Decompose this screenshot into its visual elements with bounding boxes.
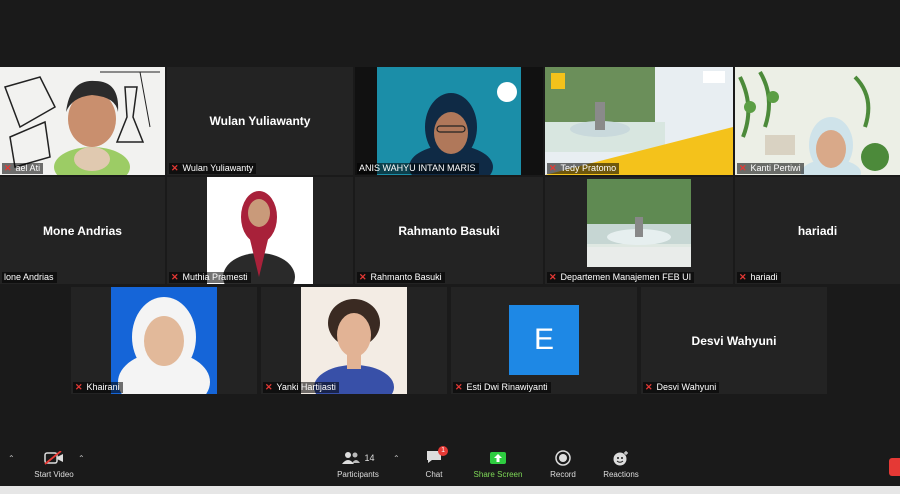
participant-name-tag: lone Andrias bbox=[2, 272, 57, 283]
video-tile-yanki[interactable]: ✕ Yanki Hartijasti bbox=[261, 287, 447, 394]
video-options-caret[interactable]: ⌃ bbox=[78, 454, 85, 463]
reactions-button[interactable]: Reactions bbox=[591, 448, 651, 479]
muted-mic-icon: ✕ bbox=[549, 272, 557, 282]
participant-video bbox=[111, 287, 217, 394]
participant-name-center: Desvi Wahyuni bbox=[691, 333, 777, 348]
participant-name-center: Mone Andrias bbox=[43, 223, 122, 238]
participant-video bbox=[355, 67, 543, 175]
participant-name-tag: ✕ Esti Dwi Rinawiyanti bbox=[453, 382, 551, 393]
participant-name-tag: ✕ Wulan Yuliawanty bbox=[169, 163, 257, 174]
video-tile-desvi[interactable]: Desvi Wahyuni ✕ Desvi Wahyuni bbox=[641, 287, 827, 394]
audio-button-partial[interactable]: e bbox=[0, 471, 2, 480]
participant-name-tag: ✕ Yanki Hartijasti bbox=[263, 382, 339, 393]
participants-label: Participants bbox=[337, 470, 379, 479]
participant-name-tag: ✕ hariadi bbox=[737, 272, 781, 283]
start-video-button[interactable]: Start Video bbox=[24, 448, 84, 479]
participant-video bbox=[587, 179, 691, 267]
video-off-icon bbox=[24, 448, 84, 468]
participant-name-center: hariadi bbox=[797, 223, 838, 238]
participant-name-tag: ✕ Kanti Pertiwi bbox=[737, 163, 804, 174]
muted-mic-icon: ✕ bbox=[739, 272, 747, 282]
share-screen-icon bbox=[468, 448, 528, 468]
record-label: Record bbox=[550, 470, 576, 479]
video-tile-hariadi[interactable]: hariadi ✕ hariadi bbox=[735, 177, 900, 284]
participants-icon: 14 bbox=[328, 448, 388, 468]
participant-name-tag: ✕ Tedy Pratomo bbox=[547, 163, 620, 174]
video-tile-departemen[interactable]: ✕ Departemen Manajemen FEB UI bbox=[545, 177, 733, 284]
reactions-label: Reactions bbox=[603, 470, 639, 479]
muted-mic-icon: ✕ bbox=[455, 382, 463, 392]
video-tile-muthia[interactable]: ✕ Muthia Pramesti bbox=[167, 177, 353, 284]
video-tile-kanti[interactable]: ✕ Kanti Pertiwi bbox=[735, 67, 900, 175]
participant-video bbox=[0, 67, 165, 175]
muted-mic-icon: ✕ bbox=[265, 382, 273, 392]
video-tile-mone[interactable]: Mone Andrias lone Andrias bbox=[0, 177, 165, 284]
muted-mic-icon: ✕ bbox=[359, 272, 367, 282]
participant-name-tag: ✕ Khairani bbox=[73, 382, 123, 393]
participant-name-tag: ✕ Departemen Manajemen FEB UI bbox=[547, 272, 695, 283]
share-screen-button[interactable]: Share Screen bbox=[468, 448, 528, 479]
muted-mic-icon: ✕ bbox=[171, 163, 179, 173]
muted-mic-icon: ✕ bbox=[739, 163, 747, 173]
muted-mic-icon: ✕ bbox=[171, 272, 179, 282]
record-icon bbox=[533, 448, 593, 468]
participant-name-center: Rahmanto Basuki bbox=[398, 223, 500, 238]
chat-label: Chat bbox=[425, 470, 443, 479]
chat-icon: 1 bbox=[426, 446, 448, 466]
participant-video bbox=[735, 67, 900, 175]
participant-name-tag: ✕ Rahmanto Basuki bbox=[357, 272, 445, 283]
participant-video bbox=[545, 67, 733, 175]
os-taskbar-strip bbox=[0, 486, 900, 494]
participant-name-tag: ANIS WAHYU INTAN MARIS bbox=[357, 163, 479, 174]
video-tile-tedy[interactable]: ✕ Tedy Pratomo bbox=[545, 67, 733, 175]
participant-name-tag: ✕ Desvi Wahyuni bbox=[643, 382, 720, 393]
chat-badge: 1 bbox=[438, 446, 448, 456]
reactions-icon bbox=[591, 448, 651, 468]
participant-name-tag: ✕ Muthia Pramesti bbox=[169, 272, 251, 283]
muted-mic-icon: ✕ bbox=[4, 163, 12, 173]
chat-button[interactable]: 1 Chat bbox=[404, 446, 464, 479]
participants-options-caret[interactable]: ⌃ bbox=[393, 454, 400, 463]
meeting-toolbar: e ⌃ Start Video ⌃ 14 Participants ⌃ 1 Ch… bbox=[0, 444, 900, 486]
avatar: E bbox=[509, 305, 579, 375]
video-tile-wulan[interactable]: Wulan Yuliawanty ✕ Wulan Yuliawanty bbox=[167, 67, 353, 175]
record-button[interactable]: Record bbox=[533, 448, 593, 479]
participant-name-center: Wulan Yuliawanty bbox=[209, 114, 311, 128]
share-screen-label: Share Screen bbox=[473, 470, 523, 479]
participant-video bbox=[207, 177, 313, 284]
muted-mic-icon: ✕ bbox=[549, 163, 557, 173]
participants-button[interactable]: 14 Participants bbox=[328, 448, 388, 479]
video-tile-ishmael[interactable]: ✕ ael Ati bbox=[0, 67, 165, 175]
muted-mic-icon: ✕ bbox=[75, 382, 83, 392]
audio-options-caret[interactable]: ⌃ bbox=[8, 454, 15, 463]
participant-video bbox=[301, 287, 407, 394]
participants-count: 14 bbox=[364, 453, 375, 463]
muted-mic-icon: ✕ bbox=[645, 382, 653, 392]
participant-name-tag: ✕ ael Ati bbox=[2, 163, 44, 174]
video-tile-rahmanto[interactable]: Rahmanto Basuki ✕ Rahmanto Basuki bbox=[355, 177, 543, 284]
video-tile-anis[interactable]: ANIS WAHYU INTAN MARIS bbox=[355, 67, 543, 175]
end-meeting-button-partial[interactable] bbox=[889, 458, 900, 476]
start-video-label: Start Video bbox=[34, 470, 74, 479]
video-tile-esti[interactable]: E ✕ Esti Dwi Rinawiyanti bbox=[451, 287, 637, 394]
video-tile-khairani[interactable]: ✕ Khairani bbox=[71, 287, 257, 394]
